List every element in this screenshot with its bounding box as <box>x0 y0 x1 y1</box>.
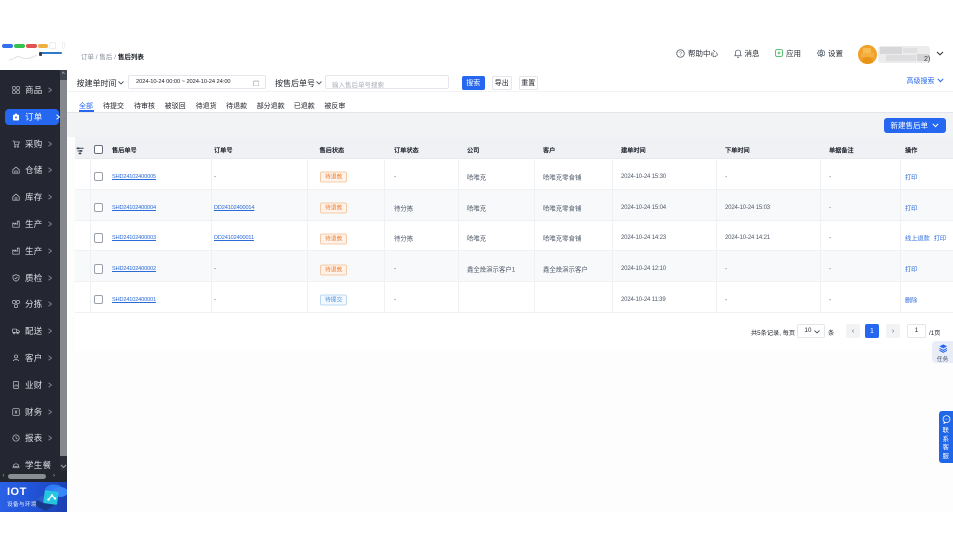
svg-text:?: ? <box>679 51 682 57</box>
